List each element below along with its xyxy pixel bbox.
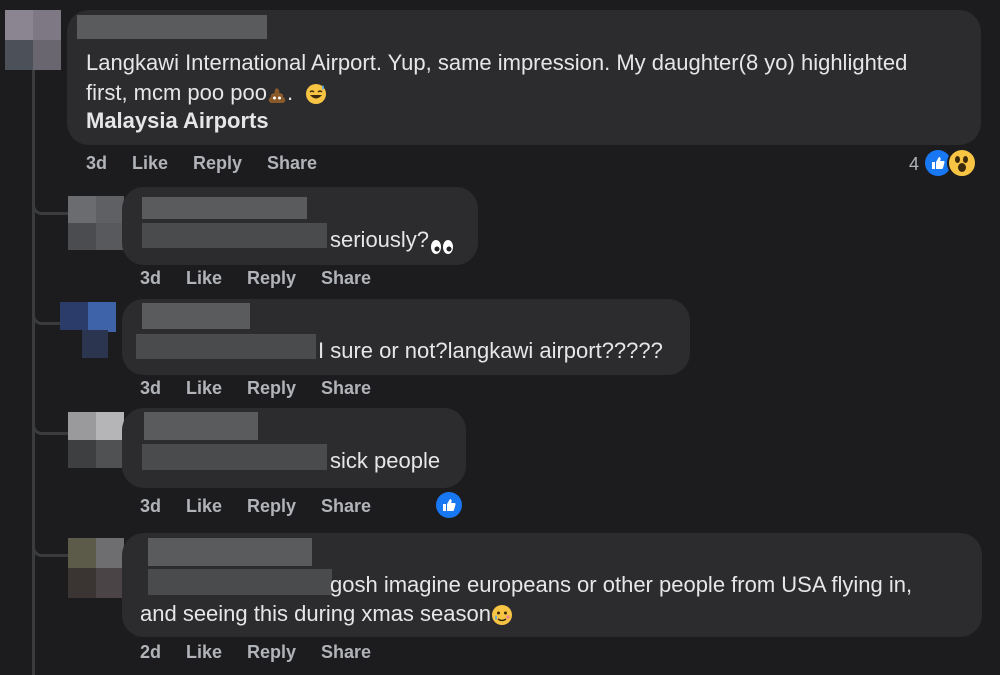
thread-line [32,70,35,675]
author-name-redacted[interactable] [77,15,267,39]
share-button[interactable]: Share [267,153,317,174]
avatar[interactable] [60,302,116,358]
thread-branch [32,198,69,215]
comment-text: seriously? [330,225,455,255]
eyes-emoji-icon [429,233,455,255]
timestamp[interactable]: 3d [140,268,161,289]
reply-button[interactable]: Reply [193,153,242,174]
reaction-count[interactable]: 4 [909,154,919,175]
thread-branch [32,418,69,435]
tear-face-emoji-icon [491,604,513,626]
avatar[interactable] [68,196,124,250]
timestamp[interactable]: 3d [140,378,161,399]
redacted-text [148,569,332,595]
share-button[interactable]: Share [321,496,371,517]
author-name-redacted[interactable] [144,412,258,440]
avatar[interactable] [5,10,61,70]
thread-branch [32,540,69,557]
comment-text: Langkawi International Airport. Yup, sam… [86,50,908,75]
timestamp[interactable]: 3d [140,496,161,517]
comment-text: sick people [330,448,441,473]
share-button[interactable]: Share [321,268,371,289]
like-button[interactable]: Like [186,642,222,663]
share-button[interactable]: Share [321,642,371,663]
timestamp[interactable]: 3d [86,153,107,174]
reply-button[interactable]: Reply [247,496,296,517]
thumbs-up-icon[interactable] [436,492,462,518]
wow-face-icon[interactable] [947,148,977,178]
reply-button[interactable]: Reply [247,642,296,663]
redacted-text [142,444,327,470]
timestamp[interactable]: 2d [140,642,161,663]
reply-button[interactable]: Reply [247,378,296,399]
redacted-text [136,334,316,359]
comment-text-line2: first, mcm poo poo . [86,78,327,107]
avatar[interactable] [68,412,124,468]
like-button[interactable]: Like [132,153,168,174]
tagged-page-link[interactable]: Malaysia Airports [86,106,269,135]
share-button[interactable]: Share [321,378,371,399]
like-button[interactable]: Like [186,268,222,289]
author-name-redacted[interactable] [142,303,250,329]
reply-button[interactable]: Reply [247,268,296,289]
avatar[interactable] [68,538,124,598]
sweat-smile-emoji-icon [305,83,327,105]
redacted-text [142,223,327,248]
like-button[interactable]: Like [186,378,222,399]
comment-text: gosh imagine europeans or other people f… [330,572,913,597]
like-button[interactable]: Like [186,496,222,517]
comment-text-line2: and seeing this during xmas season [140,599,513,628]
comment-text: I sure or not?langkawi airport????? [318,338,663,363]
author-name-redacted[interactable] [148,538,312,566]
author-name-redacted[interactable] [142,197,307,219]
poo-emoji-icon [267,84,287,104]
